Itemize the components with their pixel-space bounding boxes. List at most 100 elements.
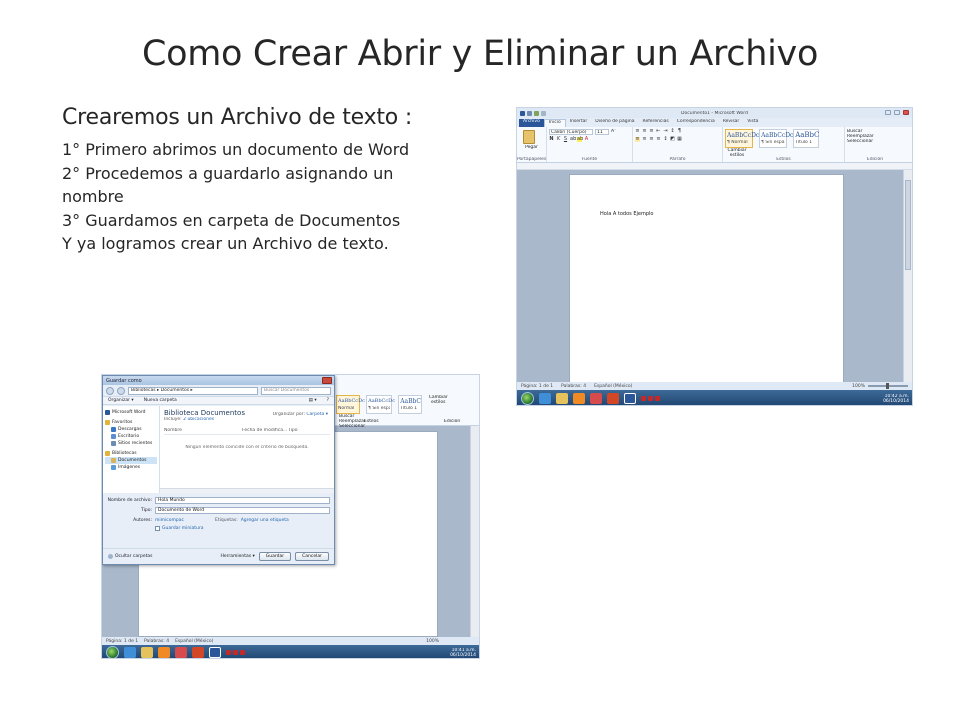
nav-item[interactable]: Escritorio [105,433,157,440]
numbering-icon[interactable]: ≡ [642,129,647,134]
nav-item[interactable]: Descargas [105,426,157,433]
word-taskbar-icon[interactable] [624,393,636,404]
language-indicator[interactable]: Español (México) [594,384,632,389]
shading-icon[interactable]: ◩ [670,137,675,142]
type-select[interactable]: Documento de Word [155,506,330,514]
tags-value[interactable]: Agregar una etiqueta [241,518,289,523]
nav-item[interactable]: Bibliotecas [105,450,157,457]
media-player-icon[interactable] [158,647,170,658]
zoom-level[interactable]: 100% [426,639,479,644]
tab-referencias[interactable]: Referencias [639,119,673,127]
internet-explorer-icon[interactable] [539,393,551,404]
column-type[interactable]: Tipo [288,428,297,434]
italic-icon[interactable]: K [556,137,561,142]
address-bar[interactable]: Bibliotecas ▸ Documentos ▸ [128,386,258,395]
filename-input[interactable]: Hola Mundo [155,496,330,504]
word-count[interactable]: Palabras: 4 [144,639,169,644]
paste-label[interactable]: Pegar [519,145,544,150]
powerpoint-icon[interactable] [607,393,619,404]
select-button[interactable]: Seleccionar [847,139,903,144]
line-spacing-icon[interactable]: ↕ [663,137,668,142]
page-count[interactable]: Página: 1 de 1 [106,639,138,644]
paint-icon[interactable] [175,647,187,658]
tab-vista[interactable]: Vista [743,119,762,127]
tray-icon[interactable] [233,650,238,655]
style-no-spacing[interactable]: AaBbCcDc ¶ Sin espa... [759,129,793,148]
align-right-icon[interactable]: ≡ [649,137,654,142]
internet-explorer-icon[interactable] [124,647,136,658]
cancel-button[interactable]: Cancelar [295,552,329,561]
file-explorer-icon[interactable] [141,647,153,658]
tray-icon[interactable] [641,396,646,401]
powerpoint-icon[interactable] [192,647,204,658]
align-left-icon[interactable]: ≡ [635,137,640,142]
tab-correspondencia[interactable]: Correspondencia [673,119,719,127]
font-name-select[interactable]: Calibri (Cuerpo) [549,129,593,135]
includes-link[interactable]: 2 ubicaciones [183,417,214,422]
thumbnail-checkbox[interactable] [155,525,160,531]
zoom-level[interactable]: 100% [852,384,865,389]
tray-icon[interactable] [648,396,653,401]
authors-value[interactable]: mimicompac [155,518,215,523]
strikethrough-icon[interactable]: ab [570,137,576,142]
bullets-icon[interactable]: ≡ [635,129,640,134]
maximize-icon[interactable] [894,110,900,115]
change-styles-button[interactable]: Cambiar estilos [428,395,448,405]
select-button[interactable]: Seleccionar [339,424,366,429]
underline-icon[interactable]: S [563,137,568,142]
search-input[interactable]: Buscar Documentos [261,386,331,395]
style-normal[interactable]: AaBbCcDc Normal [336,395,365,414]
nav-item[interactable]: Sitios recientes [105,440,157,447]
justify-icon[interactable]: ≡ [656,137,661,142]
word-count[interactable]: Palabras: 4 [561,384,586,389]
save-button[interactable]: Guardar [258,552,292,561]
paint-icon[interactable] [590,393,602,404]
grow-font-icon[interactable]: A˄ [611,129,616,135]
start-button[interactable] [521,392,534,405]
sort-icon[interactable]: ↕ [670,129,675,134]
help-icon[interactable]: ? [327,398,329,403]
nav-item[interactable]: Documentos [105,457,157,464]
forward-icon[interactable] [117,386,125,395]
vertical-scrollbar[interactable] [903,170,912,382]
page-count[interactable]: Página: 1 de 1 [521,384,553,389]
tab-inicio[interactable]: Inicio [543,119,566,127]
word-taskbar-icon[interactable] [209,647,221,658]
tab-revisar[interactable]: Revisar [719,119,744,127]
decrease-indent-icon[interactable]: ⇤ [656,129,661,134]
align-center-icon[interactable]: ≡ [642,137,647,142]
pilcrow-icon[interactable]: ¶ [677,129,682,134]
dialog-close-icon[interactable] [322,377,332,384]
back-icon[interactable] [106,386,114,395]
font-size-select[interactable]: 11 [595,129,609,135]
hide-folders-toggle[interactable]: Ocultar carpetas [108,554,153,559]
increase-indent-icon[interactable]: ⇥ [663,129,668,134]
thumbnail-label[interactable]: Guardar miniatura [162,526,203,531]
tab-diseno-pagina[interactable]: Diseño de página [591,119,638,127]
document-page[interactable]: Hola A todos Ejemplo [569,174,844,394]
style-normal[interactable]: AaBbCcDc ¶ Normal [725,129,759,148]
taskbar-clock[interactable]: 10:42 a.m. 06/10/2014 [883,394,912,404]
view-options-icon[interactable]: ▤ ▾ [309,398,317,403]
nav-item[interactable]: Imágenes [105,464,157,471]
language-indicator[interactable]: Español (México) [175,639,213,644]
font-color-icon[interactable]: A [584,137,589,142]
multilevel-icon[interactable]: ≡ [649,129,654,134]
tray-icon[interactable] [655,396,660,401]
nav-item[interactable]: Favoritos [105,419,157,426]
tools-dropdown[interactable]: Herramientas ▾ [220,554,254,559]
paste-icon[interactable] [523,130,535,144]
tab-archivo[interactable]: Archivo [519,119,544,127]
taskbar-clock[interactable]: 10:41 a.m. 06/10/2014 [450,648,479,658]
style-heading-1[interactable]: AaBbC Título 1 [398,395,423,414]
start-button[interactable] [106,646,119,658]
tray-icon[interactable] [226,650,231,655]
tab-insertar[interactable]: Insertar [566,119,592,127]
column-date[interactable]: Fecha de modifica... [242,428,288,434]
column-name[interactable]: Nombre [164,428,242,434]
nav-item[interactable]: Microsoft Word [105,409,157,416]
minimize-icon[interactable] [885,110,891,115]
borders-icon[interactable]: ▦ [677,137,682,142]
vertical-scrollbar[interactable] [470,426,479,637]
organize-button[interactable]: Organizar ▾ [108,398,134,403]
